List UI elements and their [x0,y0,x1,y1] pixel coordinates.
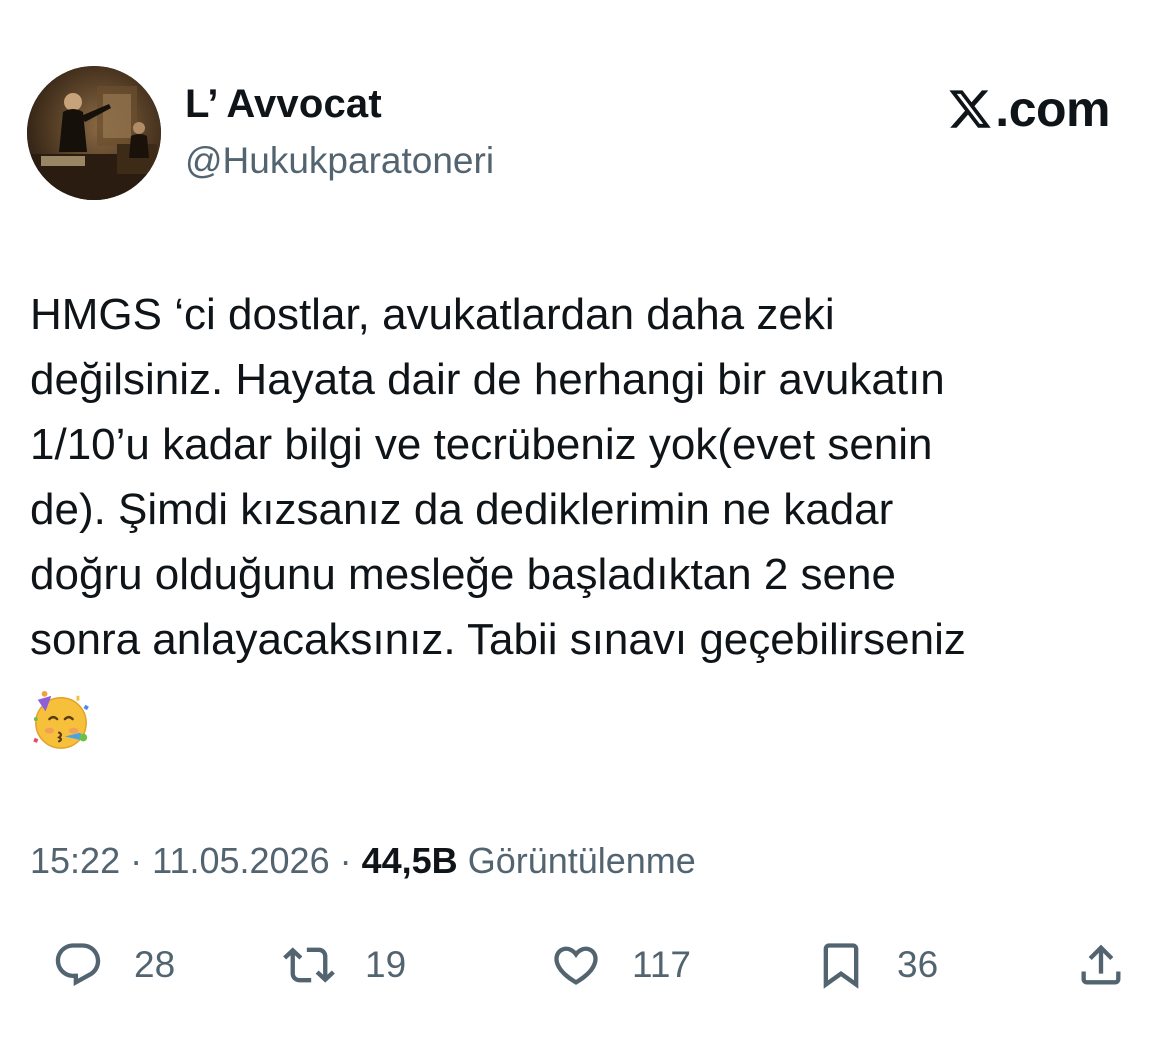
reply-button[interactable]: 28 [52,930,175,1000]
share-button[interactable] [1075,930,1127,1000]
bookmark-count: 36 [897,944,939,985]
reply-count: 28 [134,944,176,985]
views-label: Görüntülenme [467,840,696,881]
heart-icon [554,946,598,985]
bookmark-icon [823,943,859,989]
brand-watermark: .com [947,80,1110,138]
reply-icon [55,943,101,987]
x-logo-icon [949,90,992,128]
tweet-meta: 15:22 · 11.05.2026 · 44,5B Görüntülenme [30,840,696,882]
partying-face-emoji [33,690,89,749]
tweet-date[interactable]: 11.05.2026 [152,840,330,882]
meta-separator: · [130,840,143,881]
bookmark-button[interactable]: 36 [815,930,938,1000]
share-icon [1081,944,1121,985]
tweet-time[interactable]: 15:22 [30,840,120,882]
brand-text: .com [995,81,1110,137]
avatar[interactable] [27,66,161,200]
like-count: 117 [632,944,691,985]
retweet-icon [283,947,335,983]
retweet-button[interactable]: 19 [283,930,406,1000]
views-count[interactable]: 44,5B [362,840,458,882]
retweet-count: 19 [365,944,407,985]
author-display-name[interactable]: L’ Avvocat [185,82,382,127]
tweet-text: HMGS ‘ci dostlar, avukatlardan daha zeki… [30,290,966,664]
action-bar: 28 19 117 36 [0,930,1170,1000]
courtroom-painting-avatar [27,66,161,200]
author-handle[interactable]: @Hukukparatoneri [185,140,494,182]
like-button[interactable]: 117 [550,930,691,1000]
meta-separator: · [339,840,352,881]
